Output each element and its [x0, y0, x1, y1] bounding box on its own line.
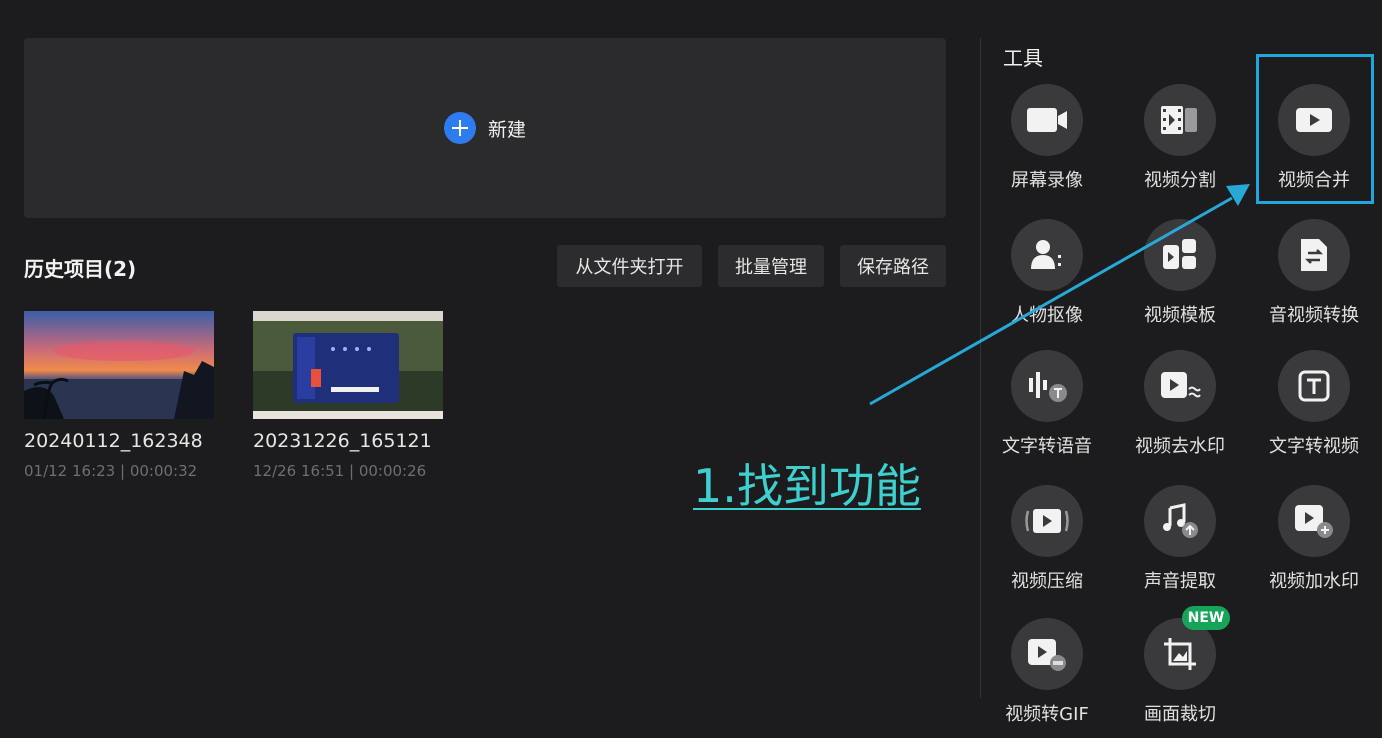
new-project-button[interactable]: 新建 [24, 38, 946, 218]
tool-person-cutout[interactable]: 人物抠像 [987, 219, 1107, 344]
video-merge-icon [1296, 108, 1332, 132]
tool-label: 人物抠像 [1011, 305, 1083, 326]
sunset-thumbnail-image [24, 311, 214, 419]
tool-icon-circle [1278, 485, 1350, 557]
tool-video-merge[interactable]: 视频合并 [1254, 84, 1374, 209]
tool-label: 声音提取 [1144, 571, 1216, 592]
batch-manage-button[interactable]: 批量管理 [718, 245, 824, 287]
tool-icon-circle [1144, 350, 1216, 422]
plus-icon [443, 112, 476, 144]
history-title: 历史项目(2) [24, 257, 137, 281]
tool-av-convert[interactable]: 音视频转换 [1254, 219, 1374, 344]
tool-label: 视频分割 [1144, 170, 1216, 191]
new-project-label: 新建 [487, 118, 526, 141]
tool-icon-circle [1011, 618, 1083, 690]
tool-icon-circle [1278, 219, 1350, 291]
tool-label: 视频合并 [1278, 170, 1350, 191]
tool-crop[interactable]: 画面裁切 [1120, 618, 1240, 738]
template-icon [1163, 239, 1196, 269]
tool-label: 视频去水印 [1135, 436, 1225, 457]
tool-video-split[interactable]: 视频分割 [1120, 84, 1240, 209]
gif-icon [1028, 639, 1066, 671]
screen-thumbnail-image [253, 311, 443, 419]
tool-screen-record[interactable]: 屏幕录像 [987, 84, 1107, 209]
person-cutout-icon [1031, 240, 1061, 269]
tool-label: 视频模板 [1144, 305, 1216, 326]
tool-video-template[interactable]: 视频模板 [1120, 219, 1240, 344]
text-to-video-icon [1298, 370, 1330, 402]
tool-label: 画面裁切 [1144, 704, 1216, 725]
audio-extract-icon [1163, 503, 1198, 538]
tool-video-compress[interactable]: 视频压缩 [987, 485, 1107, 610]
open-folder-button[interactable]: 从文件夹打开 [557, 245, 702, 287]
text-to-speech-icon [1029, 372, 1067, 402]
tool-audio-extract[interactable]: 声音提取 [1120, 485, 1240, 610]
project-thumbnail[interactable] [24, 311, 214, 419]
tool-icon-circle [1011, 219, 1083, 291]
tool-add-watermark[interactable]: 视频加水印 [1254, 485, 1374, 610]
tool-icon-circle [1011, 84, 1083, 156]
annotation-text: 1.找到功能 [693, 459, 921, 513]
tool-icon-circle [1144, 219, 1216, 291]
tool-icon-circle [1278, 84, 1350, 156]
app-window: 新建 历史项目(2) 从文件夹打开 批量管理 保存路径 20240112_162… [0, 0, 1382, 738]
file-convert-icon [1301, 239, 1327, 271]
crop-icon [1164, 638, 1196, 670]
remove-watermark-icon [1161, 372, 1201, 398]
project-meta: 12/26 16:51 | 00:00:26 [253, 462, 427, 480]
project-name: 20240112_162348 [24, 430, 203, 452]
tool-icon-circle [1144, 485, 1216, 557]
tool-icon-circle [1011, 350, 1083, 422]
compress-icon [1025, 509, 1069, 533]
panel-divider [980, 38, 981, 698]
tool-label: 视频加水印 [1269, 571, 1359, 592]
project-thumbnail[interactable] [253, 311, 443, 419]
tool-text-to-video[interactable]: 文字转视频 [1254, 350, 1374, 475]
tools-title: 工具 [1003, 46, 1043, 70]
tool-icon-circle [1278, 350, 1350, 422]
tool-label: 文字转语音 [1002, 436, 1092, 457]
tool-label: 视频转GIF [1005, 704, 1089, 725]
add-watermark-icon [1295, 505, 1333, 538]
tool-label: 视频压缩 [1011, 571, 1083, 592]
tool-icon-circle [1144, 84, 1216, 156]
new-project-content: 新建 [443, 112, 526, 144]
film-split-icon [1161, 106, 1197, 134]
tool-label: 音视频转换 [1269, 305, 1359, 326]
tool-text-to-speech[interactable]: 文字转语音 [987, 350, 1107, 475]
tool-video-to-gif[interactable]: 视频转GIF [987, 618, 1107, 738]
tool-label: 文字转视频 [1269, 436, 1359, 457]
project-name: 20231226_165121 [253, 430, 432, 452]
project-meta: 01/12 16:23 | 00:00:32 [24, 462, 198, 480]
tool-label: 屏幕录像 [1011, 170, 1083, 191]
save-path-button[interactable]: 保存路径 [840, 245, 946, 287]
new-badge: NEW [1182, 606, 1230, 630]
camera-icon [1027, 108, 1067, 132]
tool-icon-circle [1011, 485, 1083, 557]
tool-remove-watermark[interactable]: 视频去水印 [1120, 350, 1240, 475]
